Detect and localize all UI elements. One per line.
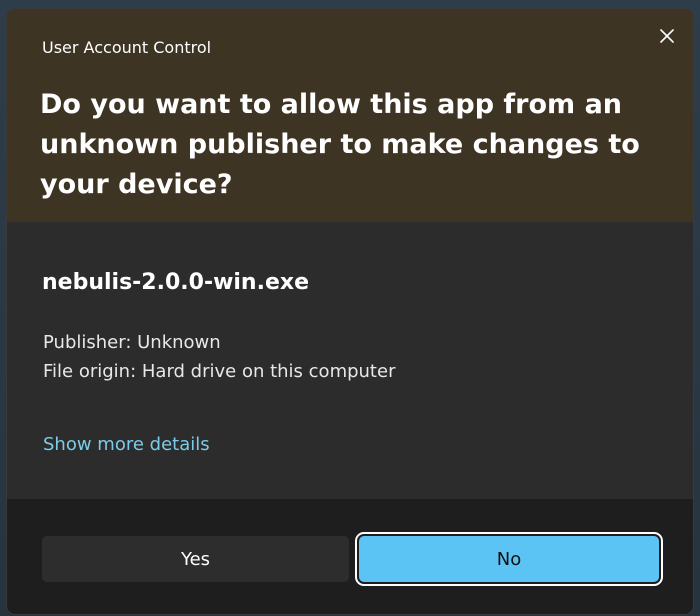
dialog-caption: User Account Control <box>42 38 212 57</box>
dialog-footer: Yes No <box>7 499 693 614</box>
file-origin-text: File origin: Hard drive on this computer <box>43 361 396 382</box>
dialog-header: User Account Control Do you want to allo… <box>7 9 693 222</box>
close-button[interactable] <box>651 21 683 51</box>
show-more-details-link[interactable]: Show more details <box>43 434 210 455</box>
uac-dialog: User Account Control Do you want to allo… <box>7 9 693 614</box>
publisher-text: Publisher: Unknown <box>43 332 221 353</box>
dialog-body: nebulis-2.0.0-win.exe Publisher: Unknown… <box>7 222 693 499</box>
app-name: nebulis-2.0.0-win.exe <box>42 270 309 295</box>
yes-button[interactable]: Yes <box>42 536 349 582</box>
no-button[interactable]: No <box>355 532 663 586</box>
dialog-headline: Do you want to allow this app from an un… <box>40 89 640 200</box>
close-icon <box>660 29 674 43</box>
